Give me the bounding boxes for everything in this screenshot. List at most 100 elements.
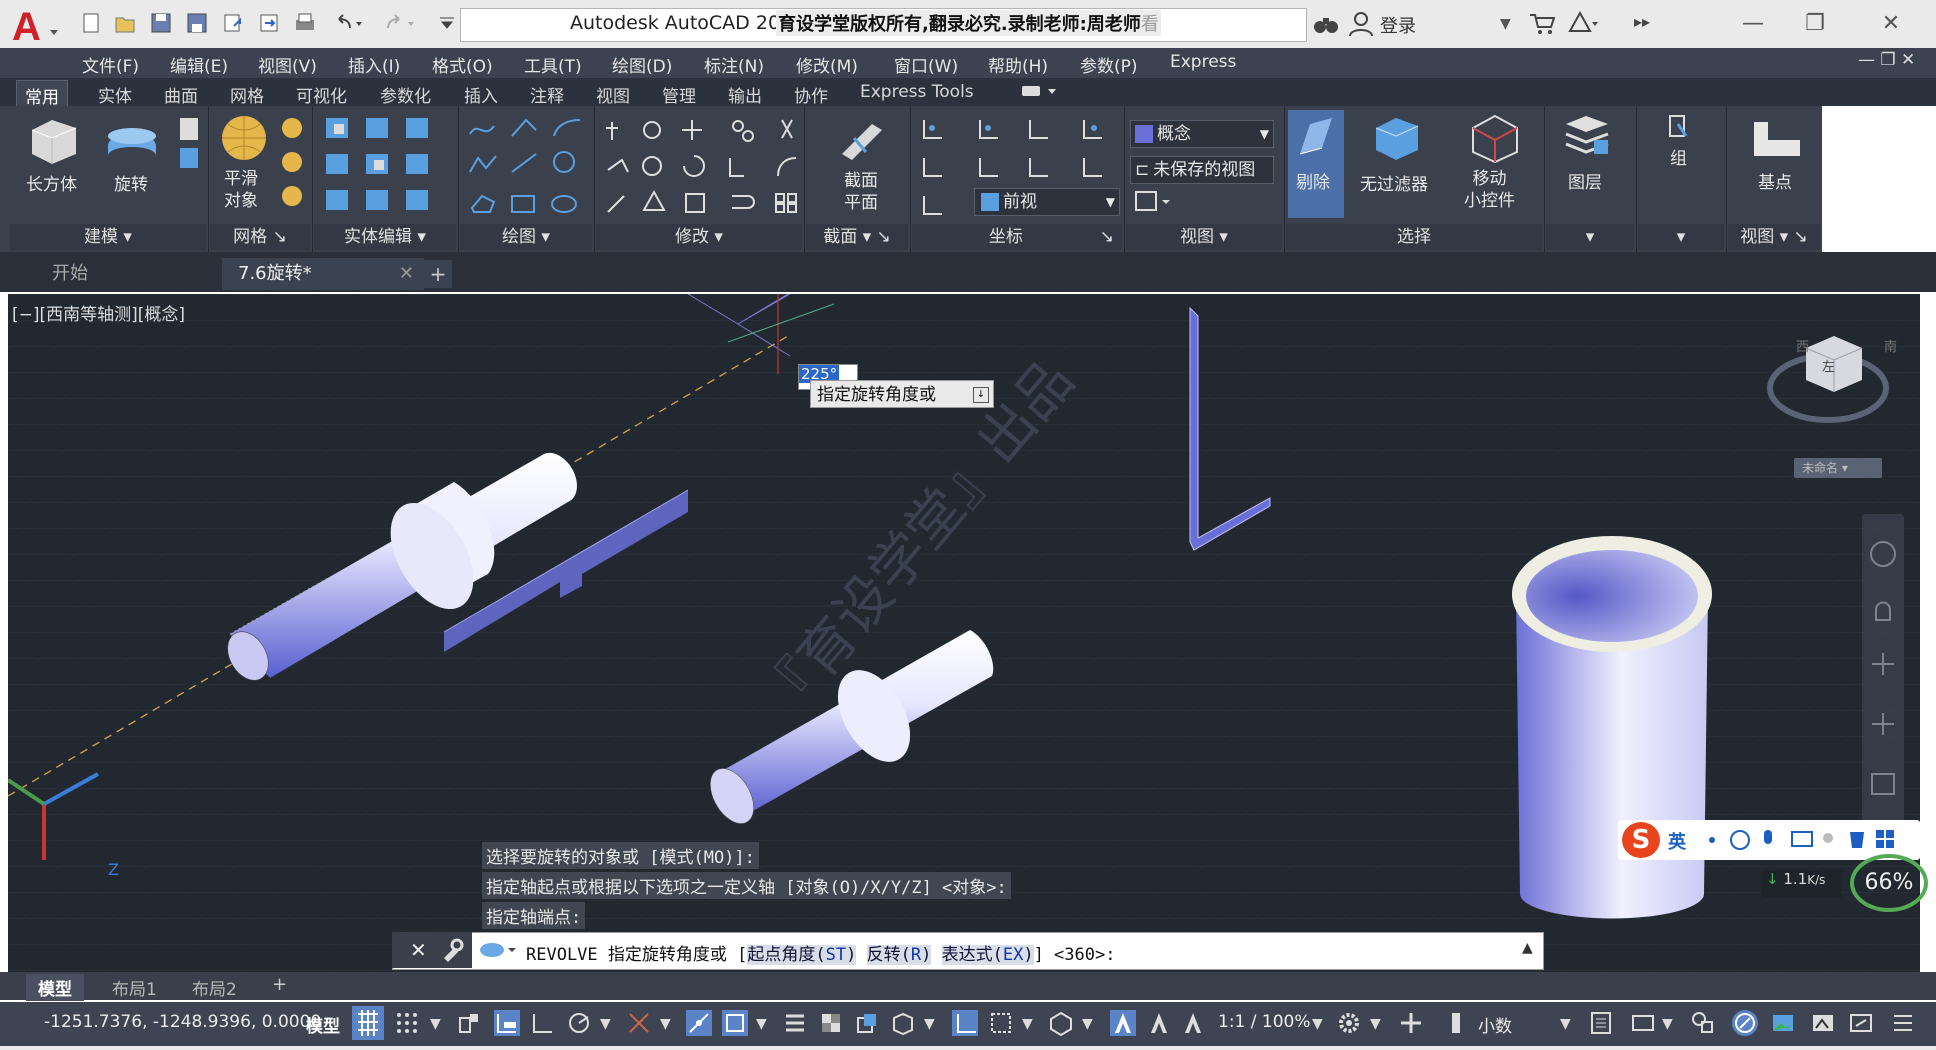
add-layout-button[interactable]: + <box>272 974 287 995</box>
tab-express-tools[interactable]: Express Tools <box>852 80 982 104</box>
base-point-label[interactable]: 基点 <box>1758 168 1792 193</box>
new-tab-button[interactable]: + <box>424 260 452 288</box>
cull-button[interactable]: 剔除 <box>1288 110 1344 218</box>
panel-coordinates[interactable]: 坐标 ↘ <box>912 224 1122 250</box>
viewport-config-icon[interactable] <box>1134 190 1174 214</box>
infer-constraints-icon[interactable] <box>456 1010 482 1036</box>
tab-annotate[interactable]: 注释 <box>522 80 572 109</box>
object-snap-tracking-icon[interactable] <box>686 1010 712 1036</box>
group-label[interactable]: 组 <box>1670 144 1687 169</box>
navigation-bar[interactable] <box>1862 514 1904 824</box>
3d-osnap-icon[interactable] <box>890 1010 916 1036</box>
lock-ui-icon[interactable] <box>1630 1010 1656 1036</box>
box-label[interactable]: 长方体 <box>26 170 77 195</box>
base-point-icon[interactable] <box>1750 116 1804 160</box>
tooltip-arrow-icon[interactable]: ↓ <box>973 387 989 403</box>
section-plane-icon[interactable] <box>834 114 888 168</box>
menu-dimension[interactable]: 标注(N) <box>704 52 764 77</box>
annotation-scale-icon[interactable] <box>1180 1010 1206 1036</box>
no-filter-label[interactable]: 无过滤器 <box>1360 170 1428 195</box>
units-dropdown-icon[interactable]: ▼ <box>1560 1016 1571 1032</box>
modeling-small-icons[interactable] <box>176 116 204 176</box>
doc-window-controls[interactable]: — ❐ ✕ <box>1858 50 1915 70</box>
snap-mode-icon[interactable] <box>394 1010 420 1036</box>
cart-icon[interactable] <box>1528 12 1556 36</box>
doc-tab-current[interactable]: 7.6旋转* ✕ <box>222 258 424 290</box>
smooth-object-label[interactable]: 平滑 对象 <box>224 168 258 212</box>
lock-ui-dropdown-icon[interactable]: ▼ <box>1662 1016 1673 1032</box>
cursor-coordinates[interactable]: -1251.7376, -1248.9396, 0.0000 <box>44 1012 321 1032</box>
panel-selection[interactable]: 选择 <box>1286 224 1542 250</box>
save-icon[interactable] <box>150 12 172 34</box>
menu-modify[interactable]: 修改(M) <box>796 52 858 77</box>
object-snap-icon[interactable] <box>722 1010 748 1036</box>
move-gizmo-icon[interactable] <box>1468 112 1522 166</box>
revolve-label[interactable]: 旋转 <box>114 170 148 195</box>
layout-tab-model[interactable]: 模型 <box>26 974 84 1001</box>
draw-icons[interactable] <box>466 114 594 220</box>
selection-filter-dropdown-icon[interactable]: ▼ <box>1022 1016 1033 1032</box>
units-value[interactable]: 小数 <box>1478 1012 1512 1037</box>
fullscreen-icon[interactable] <box>1848 1010 1874 1036</box>
ortho-mode-icon[interactable] <box>530 1010 556 1036</box>
selection-cycling-icon[interactable] <box>854 1010 880 1036</box>
3d-osnap-dropdown-icon[interactable]: ▼ <box>924 1016 935 1032</box>
auto-scale-icon[interactable] <box>1146 1010 1172 1036</box>
lineweight-icon[interactable] <box>782 1010 808 1036</box>
layout-tab-2[interactable]: 布局2 <box>180 974 249 1001</box>
menu-view[interactable]: 视图(V) <box>258 52 317 77</box>
menu-file[interactable]: 文件(F) <box>82 52 139 77</box>
new-icon[interactable] <box>80 12 102 34</box>
grid-display-button[interactable] <box>352 1006 384 1040</box>
recent-commands-icon[interactable] <box>478 940 518 960</box>
annotation-visibility-icon[interactable] <box>1110 1010 1136 1036</box>
layout-tab-1[interactable]: 布局1 <box>100 974 169 1001</box>
transparency-icon[interactable] <box>818 1010 844 1036</box>
menu-tools[interactable]: 工具(T) <box>524 52 582 77</box>
close-command-icon[interactable]: ✕ <box>410 938 427 962</box>
units-icon[interactable] <box>1444 1010 1470 1036</box>
login-link[interactable]: 登录 <box>1380 12 1416 38</box>
polar-dropdown-icon[interactable]: ▼ <box>600 1016 611 1032</box>
customize-quick-access-icon[interactable] <box>436 12 458 34</box>
snap-dropdown-icon[interactable]: ▼ <box>430 1016 441 1032</box>
tab-insert[interactable]: 插入 <box>456 80 506 109</box>
quick-properties-icon[interactable] <box>1588 1010 1614 1036</box>
ime-toolbar[interactable]: S 英 <box>1618 820 1920 860</box>
tab-view[interactable]: 视图 <box>588 80 638 109</box>
panel-draw[interactable]: 绘图 ▾ <box>460 224 592 250</box>
panel-layers[interactable]: ▾ <box>1546 224 1634 250</box>
annotation-scale-value[interactable]: 1:1 / 100% <box>1218 1012 1311 1032</box>
gizmo-icon[interactable] <box>1048 1010 1074 1037</box>
open-icon[interactable] <box>114 12 136 34</box>
panel-view-2[interactable]: 视图 ▾ ↘ <box>1728 224 1820 250</box>
revolve-icon[interactable] <box>104 116 160 168</box>
menu-draw[interactable]: 绘图(D) <box>612 52 672 77</box>
modify-icons[interactable] <box>602 114 802 220</box>
view-direction-dropdown[interactable]: 前视 ▼ <box>974 188 1120 216</box>
scale-dropdown-icon[interactable]: ▼ <box>1312 1016 1323 1032</box>
menu-format[interactable]: 格式(O) <box>432 52 493 77</box>
login-dropdown-icon[interactable]: ▼ <box>1500 16 1511 32</box>
tab-surface[interactable]: 曲面 <box>156 80 206 109</box>
share-icon[interactable] <box>258 12 280 34</box>
selection-filter-icon[interactable] <box>988 1010 1014 1036</box>
smooth-object-icon[interactable] <box>218 112 270 164</box>
menu-help[interactable]: 帮助(H) <box>988 52 1048 77</box>
tab-parametric[interactable]: 参数化 <box>372 80 439 109</box>
isodraft-dropdown-icon[interactable]: ▼ <box>660 1016 671 1032</box>
viewport-controls-label[interactable]: [−][西南等轴测][概念] <box>12 300 185 325</box>
tab-collaborate[interactable]: 协作 <box>786 80 836 109</box>
panel-solid-editing[interactable]: 实体编辑 ▾ <box>314 224 456 250</box>
solid-edit-icons[interactable] <box>322 114 452 220</box>
section-plane-label[interactable]: 截面 平面 <box>844 170 878 214</box>
panel-mesh[interactable]: 网格 ↘ <box>210 224 310 250</box>
autocad-logo-icon[interactable]: A <box>8 4 66 49</box>
dynamic-ucs-icon[interactable] <box>952 1010 978 1036</box>
osnap-dropdown-icon[interactable]: ▼ <box>756 1016 767 1032</box>
close-button[interactable]: ✕ <box>1866 6 1916 42</box>
redo-icon[interactable] <box>384 12 414 34</box>
save-as-icon[interactable] <box>186 12 208 34</box>
mesh-small-icons[interactable] <box>278 116 306 212</box>
customize-command-icon[interactable] <box>440 938 464 962</box>
